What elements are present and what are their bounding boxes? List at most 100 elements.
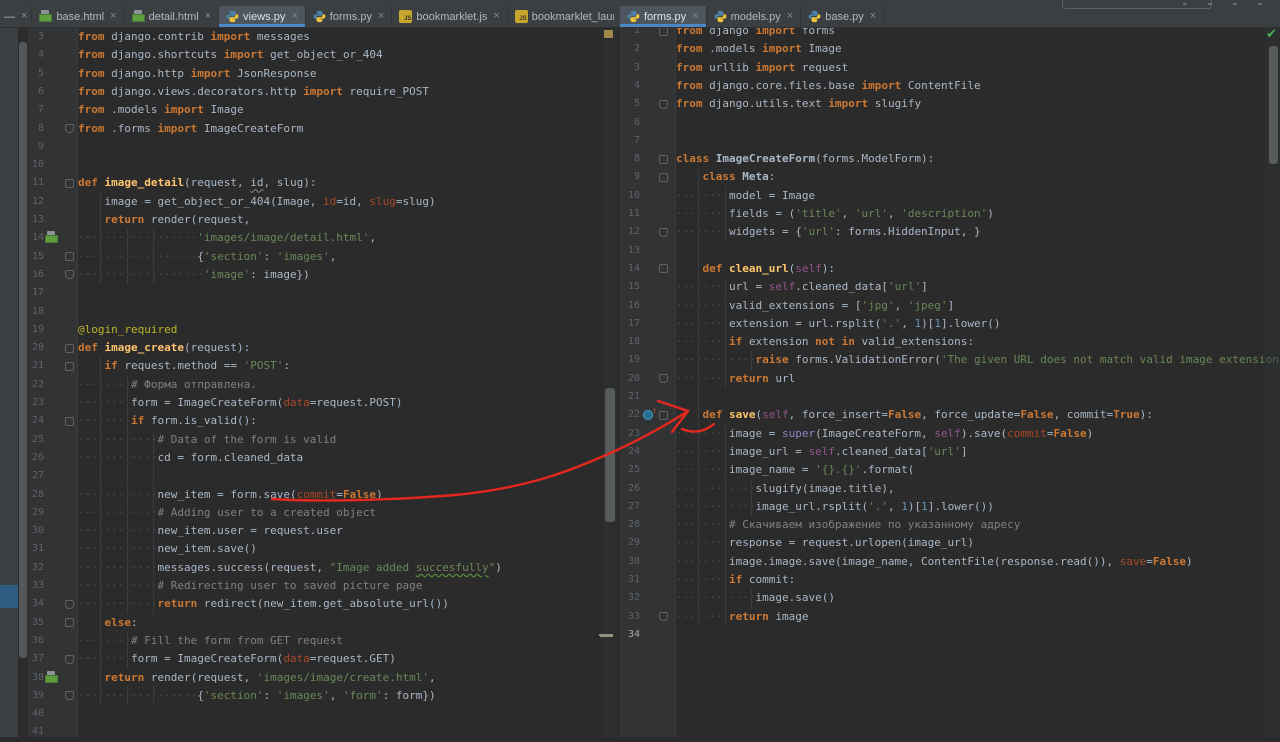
tab-base-py[interactable]: base.py × xyxy=(801,6,885,27)
code-line[interactable]: 16 ········valid_extensions = ['jpg', 'jp… xyxy=(620,296,1265,315)
fold-marker-icon[interactable] xyxy=(65,599,74,609)
code-line[interactable]: 17 xyxy=(28,284,617,302)
code-line[interactable]: 8 from .forms import ImageCreateForm xyxy=(28,120,617,138)
code-line[interactable]: 9 xyxy=(28,138,617,156)
code-line[interactable]: 23 ········form = ImageCreateForm(data=re… xyxy=(28,394,617,413)
code-line[interactable]: 13 return render(request, xyxy=(28,211,617,230)
code-line[interactable]: 26 ············cd = form.cleaned_data xyxy=(28,448,617,468)
fold-marker-icon[interactable] xyxy=(65,361,74,371)
code-line[interactable]: 20 def image_create(request): xyxy=(28,339,617,357)
code-line[interactable]: 35 else: xyxy=(28,613,617,632)
code-line[interactable]: 15 ··················{'section': 'images'… xyxy=(28,247,617,266)
code-line[interactable]: 32 ············image.save() xyxy=(620,589,1265,608)
code-line[interactable]: 2 from .models import Image xyxy=(620,40,1265,58)
code-line[interactable]: 28 ········# Скачиваем изображение по ука… xyxy=(620,516,1265,535)
fold-marker-icon[interactable] xyxy=(65,178,74,188)
tab-bookmarklet-js[interactable]: JS bookmarklet.js × xyxy=(392,6,508,27)
close-tab-icon[interactable]: × xyxy=(787,11,793,22)
fold-marker-icon[interactable] xyxy=(65,691,74,701)
code-line[interactable]: 4 from django.shortcuts import get_object… xyxy=(28,46,617,64)
code-line[interactable]: 15 ········url = self.cleaned_data['url'] xyxy=(620,278,1265,297)
fold-marker-icon[interactable] xyxy=(659,172,668,182)
close-tab-icon[interactable]: × xyxy=(205,11,211,22)
code-line[interactable]: 40 xyxy=(28,705,617,723)
fold-marker-icon[interactable] xyxy=(659,264,668,274)
code-line[interactable]: 20 ········return url xyxy=(620,369,1265,388)
code-line[interactable]: 26 ············slugify(image.title), xyxy=(620,479,1265,498)
template-link-icon[interactable] xyxy=(45,231,58,244)
code-line[interactable]: 30 ············new_item.user = request.us… xyxy=(28,522,617,541)
left-editor-scrollbar[interactable] xyxy=(605,388,615,522)
overflow-tab[interactable]: — × xyxy=(0,6,33,27)
template-link-icon[interactable] xyxy=(45,670,58,684)
code-line[interactable]: 28 ············new_item = form.save(commi… xyxy=(28,485,617,504)
fold-marker-icon[interactable] xyxy=(65,618,74,628)
overriding-method-icon[interactable] xyxy=(643,406,657,421)
code-line[interactable]: 17 ········extension = url.rsplit('.', 1)… xyxy=(620,314,1265,334)
code-line[interactable]: 12 ········widgets = {'url': forms.Hidden… xyxy=(620,223,1265,242)
close-tab-icon[interactable]: × xyxy=(493,11,499,22)
tab-views-py[interactable]: views.py × xyxy=(219,6,306,27)
code-line[interactable]: 27 ············image_url.rsplit('.', 1)[1… xyxy=(620,497,1265,517)
code-line[interactable]: 11 ········fields = ('title', 'url', 'des… xyxy=(620,205,1265,224)
toolbar-chevron-icon[interactable]: ⌄ xyxy=(1181,0,1189,8)
fold-marker-icon[interactable] xyxy=(65,416,74,426)
toolbar-chevron-icon[interactable]: ⌄ xyxy=(1256,0,1264,8)
code-line[interactable]: 29 ········response = request.urlopen(ima… xyxy=(620,534,1265,553)
code-line[interactable]: 31 ········if commit: xyxy=(620,571,1265,590)
code-line[interactable]: 14 def clean_url(self): xyxy=(620,259,1265,279)
code-line[interactable]: 32 ············messages.success(request, … xyxy=(28,558,617,577)
fold-marker-icon[interactable] xyxy=(65,654,74,664)
code-line[interactable]: 22 ········# Форма отправлена. xyxy=(28,375,617,394)
code-line[interactable]: 38 return render(request, 'images/image/… xyxy=(28,668,617,687)
code-line[interactable]: 10 ········model = Image xyxy=(620,186,1265,205)
code-line[interactable]: 30 ········image.image.save(image_name, C… xyxy=(620,552,1265,571)
tab-forms-py[interactable]: forms.py × xyxy=(620,6,707,27)
fold-marker-icon[interactable] xyxy=(65,343,74,353)
fold-marker-icon[interactable] xyxy=(65,252,74,262)
code-line[interactable]: 9 class Meta: xyxy=(620,168,1265,187)
code-line[interactable]: 37 ········form = ImageCreateForm(data=re… xyxy=(28,650,617,669)
project-panel-scrollbar[interactable] xyxy=(19,42,27,658)
toolbar-chevron-icon[interactable]: ⌄ xyxy=(1231,0,1239,8)
code-line[interactable]: 34 xyxy=(620,626,1265,644)
code-line[interactable]: 6 xyxy=(620,114,1265,132)
right-editor-scrollbar[interactable] xyxy=(1269,46,1278,164)
code-line[interactable]: 25 ········image_name = '{}.{}'.format( xyxy=(620,461,1265,480)
code-line[interactable]: 24 ········image_url = self.cleaned_data[… xyxy=(620,442,1265,462)
close-tab-icon[interactable]: × xyxy=(692,11,698,22)
close-tab-icon[interactable]: × xyxy=(21,11,27,22)
tab-forms-py[interactable]: forms.py × xyxy=(306,6,393,27)
code-line[interactable]: 3 from django.contrib import messages xyxy=(28,28,617,46)
code-line[interactable]: 22 def save(self, force_insert=False, fo… xyxy=(620,406,1265,425)
code-line[interactable]: 19 ············raise forms.ValidationErro… xyxy=(620,351,1280,370)
code-line[interactable]: 25 ············# Data of the form is vali… xyxy=(28,430,617,449)
code-line[interactable]: 21 xyxy=(620,388,1265,407)
code-line[interactable]: 14 ··················'images/image/detail… xyxy=(28,229,617,248)
code-line[interactable]: 16 ···················'image': image}) xyxy=(28,265,617,285)
close-tab-icon[interactable]: × xyxy=(291,11,297,22)
fold-marker-icon[interactable] xyxy=(65,270,74,280)
code-line[interactable]: 12 image = get_object_or_404(Image, id=i… xyxy=(28,192,617,211)
fold-marker-icon[interactable] xyxy=(659,99,668,109)
fold-marker-icon[interactable] xyxy=(659,612,668,622)
code-line[interactable]: 7 xyxy=(620,132,1265,150)
code-line[interactable]: 19 @login_required xyxy=(28,321,617,339)
code-line[interactable]: 8 class ImageCreateForm(forms.ModelForm): xyxy=(620,150,1265,168)
code-line[interactable]: 24 ········if form.is_valid(): xyxy=(28,412,617,431)
tab-bookmarklet-launcher-[interactable]: JSbookmarklet_launcher.× xyxy=(508,6,614,27)
code-line[interactable]: 13 xyxy=(620,241,1265,260)
code-line[interactable]: 27 xyxy=(28,467,617,486)
code-line[interactable]: 23 ········image = super(ImageCreateForm,… xyxy=(620,424,1265,443)
code-line[interactable]: 39 ··················{'section': 'images'… xyxy=(28,686,617,706)
close-tab-icon[interactable]: × xyxy=(110,11,116,22)
fold-marker-icon[interactable] xyxy=(659,410,668,420)
code-line[interactable]: 3 from urllib import request xyxy=(620,59,1265,77)
fold-marker-icon[interactable] xyxy=(659,154,668,164)
fold-marker-icon[interactable] xyxy=(659,227,668,237)
code-line[interactable]: 18 ········if extension not in valid_exte… xyxy=(620,333,1265,352)
code-line[interactable]: 18 xyxy=(28,303,617,321)
code-line[interactable]: 6 from django.views.decorators.http impor… xyxy=(28,83,617,101)
code-line[interactable]: 21 if request.method == 'POST': xyxy=(28,357,617,376)
code-line[interactable]: 10 xyxy=(28,156,617,174)
